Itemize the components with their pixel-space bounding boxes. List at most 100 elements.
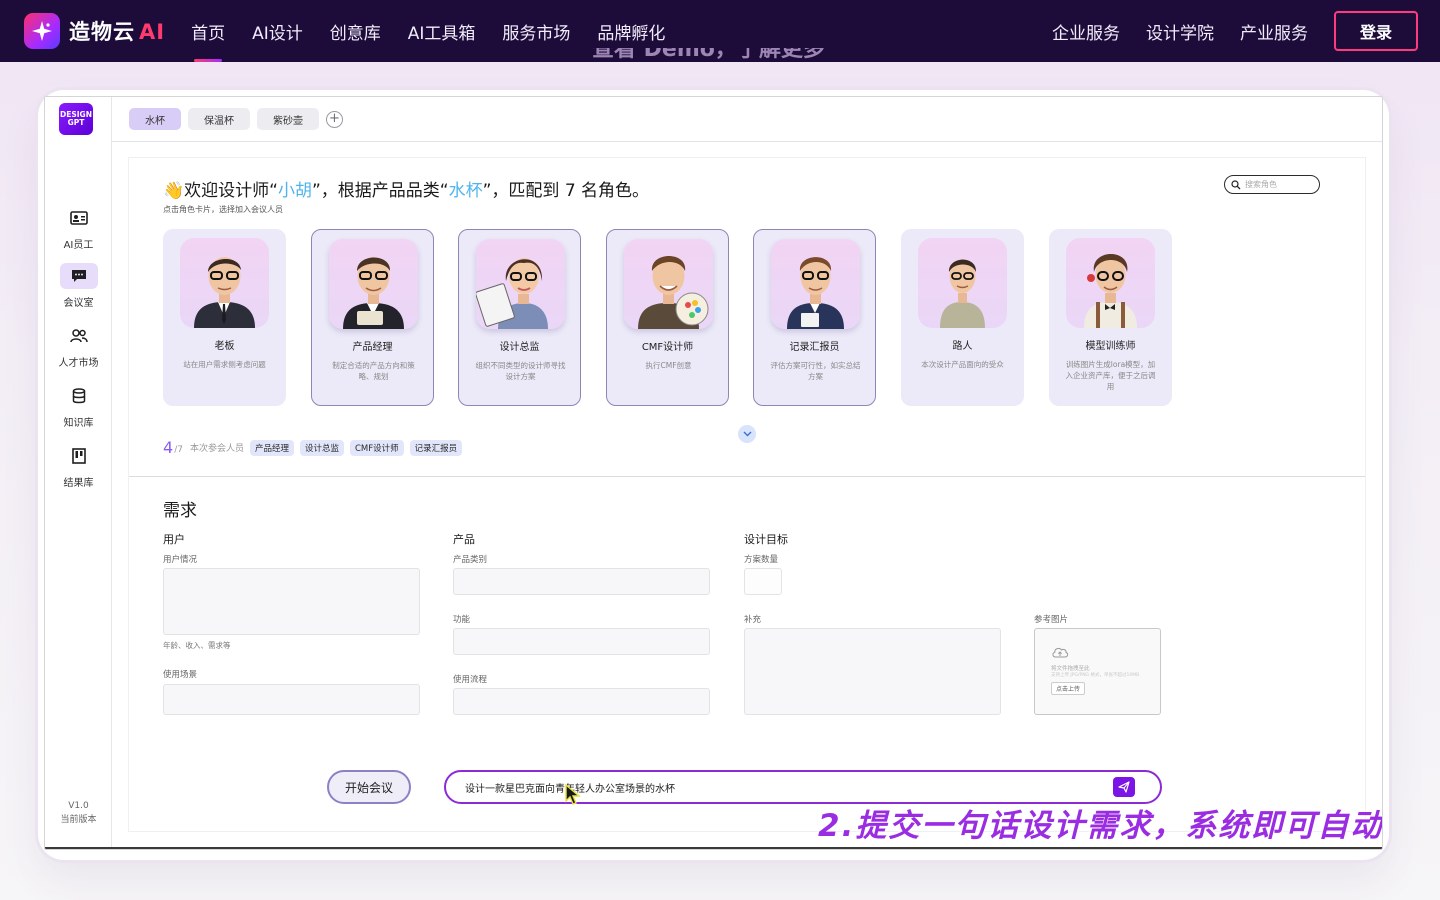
requirements-title: 需求	[163, 501, 197, 521]
rail-label: 人才市场	[58, 358, 99, 369]
role-card-passerby[interactable]: 路人 本次设计产品面向的受众	[901, 229, 1024, 406]
role-desc: 组织不同类型的设计师寻找设计方案	[475, 361, 566, 381]
nav-ai-design[interactable]: AI设计	[252, 0, 303, 62]
attendee-summary: 4 /7 本次参会人员 产品经理 设计总监 CMF设计师 记录汇报员	[163, 438, 468, 457]
role-card-product-manager[interactable]: 产品经理 制定合适的产品方向和策略、规划	[311, 229, 434, 406]
role-desc: 站在用户需求侧考虑问题	[183, 360, 266, 369]
id-card-icon	[60, 205, 98, 231]
attendee-count: 4	[163, 438, 174, 457]
plan-count-field[interactable]	[744, 568, 782, 595]
nav-academy[interactable]: 设计学院	[1146, 0, 1214, 62]
tab-water-cup[interactable]: 水杯	[129, 108, 181, 130]
role-card-design-director[interactable]: 设计总监 组织不同类型的设计师寻找设计方案	[458, 229, 581, 406]
product-category-label: 产品类别	[453, 555, 488, 565]
role-search-box[interactable]	[1224, 175, 1320, 194]
role-name: 模型训练师	[1085, 341, 1136, 352]
app-logo[interactable]: DESIGN GPT	[59, 103, 93, 135]
rail-item-knowledge-base[interactable]: 知识库	[45, 383, 112, 429]
brand-logo-icon	[24, 13, 60, 49]
product-category-field[interactable]	[453, 568, 710, 595]
attendee-chip: 记录汇报员	[409, 439, 463, 456]
upload-format-hint: 支持上传 JPG/PNG 格式，单张不超过10MB	[1051, 673, 1140, 678]
prompt-bar	[444, 770, 1162, 804]
add-tab-button[interactable]: +	[326, 110, 343, 128]
user-situation-hint: 年龄、收入、需求等	[163, 641, 231, 650]
start-meeting-button[interactable]: 开始会议	[327, 770, 411, 804]
nav-enterprise[interactable]: 企业服务	[1052, 0, 1120, 62]
use-scene-field[interactable]	[163, 684, 420, 715]
avatar-passerby	[918, 238, 1007, 328]
extra-label: 补充	[744, 615, 762, 625]
rail-item-ai-staff[interactable]: AI员工	[45, 205, 112, 251]
left-rail: DESIGN GPT AI员工 会议室 人才市场 知识库 结果库 V1.0 当前…	[45, 97, 112, 849]
role-name: 路人	[952, 341, 973, 352]
expand-roles-button[interactable]	[738, 425, 756, 443]
demo-frame: DESIGN GPT AI员工 会议室 人才市场 知识库 结果库 V1.0 当前…	[38, 90, 1389, 860]
send-icon	[1118, 781, 1130, 793]
role-search-input[interactable]	[1245, 180, 1315, 189]
rail-item-meeting-room[interactable]: 会议室	[45, 263, 112, 309]
rail-label: AI员工	[63, 240, 94, 251]
role-desc: 训练图片生成lora模型，加入企业资产库，便于之后调用	[1065, 360, 1156, 391]
nav-industry[interactable]: 产业服务	[1240, 0, 1308, 62]
demo-heading: 查看 Demo，了解更多	[592, 48, 825, 62]
rail-item-results[interactable]: 结果库	[45, 443, 112, 489]
prompt-input[interactable]	[465, 781, 1095, 793]
avatar-design-director	[476, 239, 565, 329]
nav-idea-library[interactable]: 创意库	[330, 0, 381, 62]
use-scene-label: 使用场景	[163, 670, 198, 680]
nav-home[interactable]: 首页	[191, 0, 225, 62]
role-name: 产品经理	[352, 342, 393, 353]
extra-field[interactable]	[744, 628, 1001, 715]
section-divider	[129, 476, 1365, 477]
use-flow-field[interactable]	[453, 688, 710, 715]
user-group-title: 用户	[163, 533, 185, 546]
tabs-divider	[112, 141, 1382, 142]
nav-ai-toolbox[interactable]: AI工具箱	[408, 0, 476, 62]
product-group-title: 产品	[453, 533, 475, 546]
category-tabs: 水杯 保温杯 紫砂壶 +	[129, 108, 343, 130]
role-name: 设计总监	[499, 342, 540, 353]
mouse-cursor-icon	[565, 784, 581, 805]
brand-name: 造物云 AI	[69, 20, 166, 44]
avatar-boss	[180, 238, 269, 328]
role-name: 记录汇报员	[789, 342, 840, 353]
login-button[interactable]: 登录	[1334, 11, 1418, 51]
upload-button[interactable]: 点击上传	[1051, 682, 1086, 695]
rail-label: 会议室	[63, 298, 94, 309]
function-field[interactable]	[453, 628, 710, 655]
tab-thermos-cup[interactable]: 保温杯	[188, 108, 250, 130]
results-icon	[60, 443, 98, 469]
avatar-cmf-designer	[624, 239, 713, 329]
role-card-model-trainer[interactable]: 模型训练师 训练图片生成lora模型，加入企业资产库，便于之后调用	[1049, 229, 1172, 406]
attendee-chip: 产品经理	[249, 439, 294, 456]
avatar-recorder	[771, 239, 860, 329]
role-card-boss[interactable]: 老板 站在用户需求侧考虑问题	[163, 229, 286, 406]
rail-item-talent-market[interactable]: 人才市场	[45, 323, 112, 369]
role-card-cmf-designer[interactable]: CMF设计师 执行CMF创意	[606, 229, 729, 406]
welcome-message: 👋欢迎设计师“小胡”，根据产品品类“水杯”，匹配到 7 名角色。	[163, 181, 650, 201]
demo-caption: 2.提交一句话设计需求，系统即可自动补全	[818, 808, 1382, 844]
secondary-nav: 企业服务 设计学院 产业服务 登录	[1052, 0, 1418, 62]
role-name: CMF设计师	[641, 342, 694, 353]
chevron-down-icon	[743, 431, 751, 437]
role-card-recorder[interactable]: 记录汇报员 评估方案可行性，如实总结方案	[753, 229, 876, 406]
database-icon	[60, 383, 98, 409]
brand[interactable]: 造物云 AI	[24, 13, 165, 49]
design-goal-title: 设计目标	[744, 533, 788, 546]
attendee-label: 本次参会人员	[189, 444, 244, 454]
attendee-total: /7	[174, 444, 183, 455]
role-name: 老板	[214, 341, 235, 352]
nav-service-market[interactable]: 服务市场	[502, 0, 570, 62]
role-hint: 点击角色卡片，选择加入会议人员	[163, 205, 283, 214]
attendee-chip: CMF设计师	[350, 439, 404, 456]
role-desc: 本次设计产品面向的受众	[921, 360, 1004, 369]
use-flow-label: 使用流程	[453, 675, 488, 685]
app-window: DESIGN GPT AI员工 会议室 人才市场 知识库 结果库 V1.0 当前…	[44, 96, 1383, 850]
tab-teapot[interactable]: 紫砂壶	[257, 108, 319, 130]
send-button[interactable]	[1113, 777, 1135, 797]
role-desc: 制定合适的产品方向和策略、规划	[332, 361, 415, 381]
user-situation-field[interactable]	[163, 568, 420, 635]
rail-label: 结果库	[63, 478, 94, 489]
reference-image-upload[interactable]: 将文件拖拽至此 支持上传 JPG/PNG 格式，单张不超过10MB 点击上传	[1034, 628, 1161, 715]
